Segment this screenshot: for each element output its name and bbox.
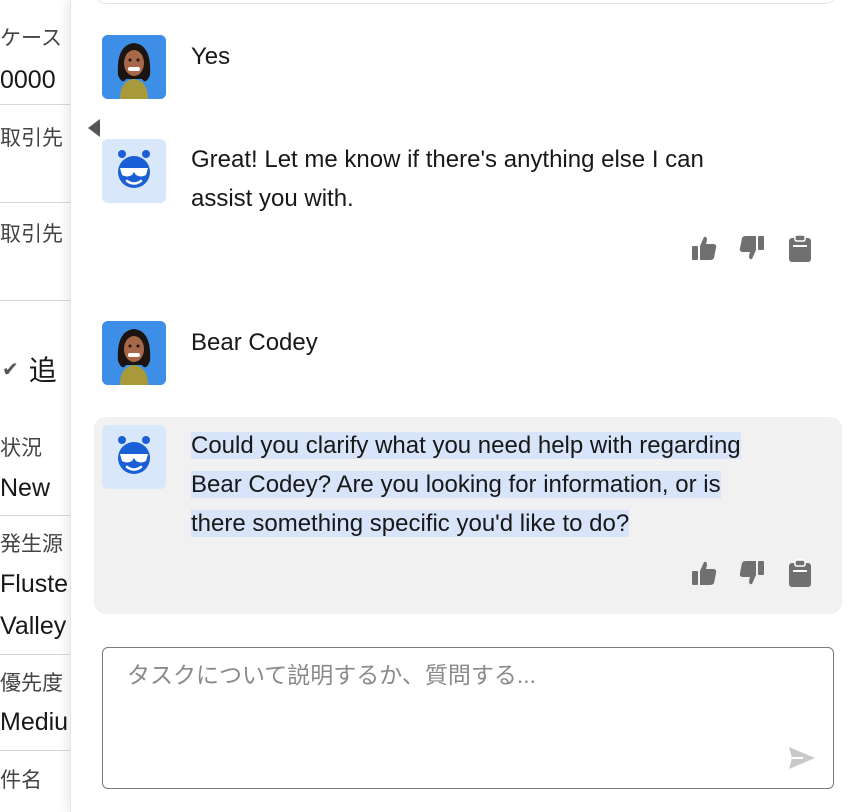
caret-left-icon[interactable]: [88, 119, 100, 137]
thumbs-down-icon[interactable]: [736, 232, 768, 264]
chevron-check-icon: ✔: [2, 358, 19, 381]
message-line: Could you clarify what you need help wit…: [191, 432, 741, 459]
chat-input[interactable]: [127, 662, 777, 689]
person-avatar-icon: [102, 35, 166, 99]
message-line: Bear Codey? Are you looking for informat…: [191, 471, 721, 498]
section-title: 追: [28, 355, 57, 386]
thumbs-down-icon[interactable]: [736, 557, 768, 589]
message-actions: [688, 232, 816, 264]
robot-bear-avatar-icon: [102, 425, 166, 489]
message-text: Yes: [191, 43, 231, 70]
message-line: there something specific you'd like to d…: [191, 510, 630, 537]
clipboard-icon[interactable]: [784, 557, 816, 589]
message-line: assist you with.: [191, 185, 354, 212]
previous-card-edge: [93, 0, 839, 4]
send-icon[interactable]: [787, 744, 817, 772]
person-avatar-icon: [102, 321, 166, 385]
message-composer: [102, 647, 834, 789]
message-actions: [688, 557, 816, 589]
thumbs-up-icon[interactable]: [688, 232, 720, 264]
thumbs-up-icon[interactable]: [688, 557, 720, 589]
message-text: Could you clarify what you need help wit…: [191, 426, 741, 543]
message-text: Great! Let me know if there's anything e…: [191, 140, 704, 218]
clipboard-icon[interactable]: [784, 232, 816, 264]
message-line: Great! Let me know if there's anything e…: [191, 146, 704, 173]
message-text: Bear Codey: [191, 329, 318, 356]
robot-bear-avatar-icon: [102, 139, 166, 203]
